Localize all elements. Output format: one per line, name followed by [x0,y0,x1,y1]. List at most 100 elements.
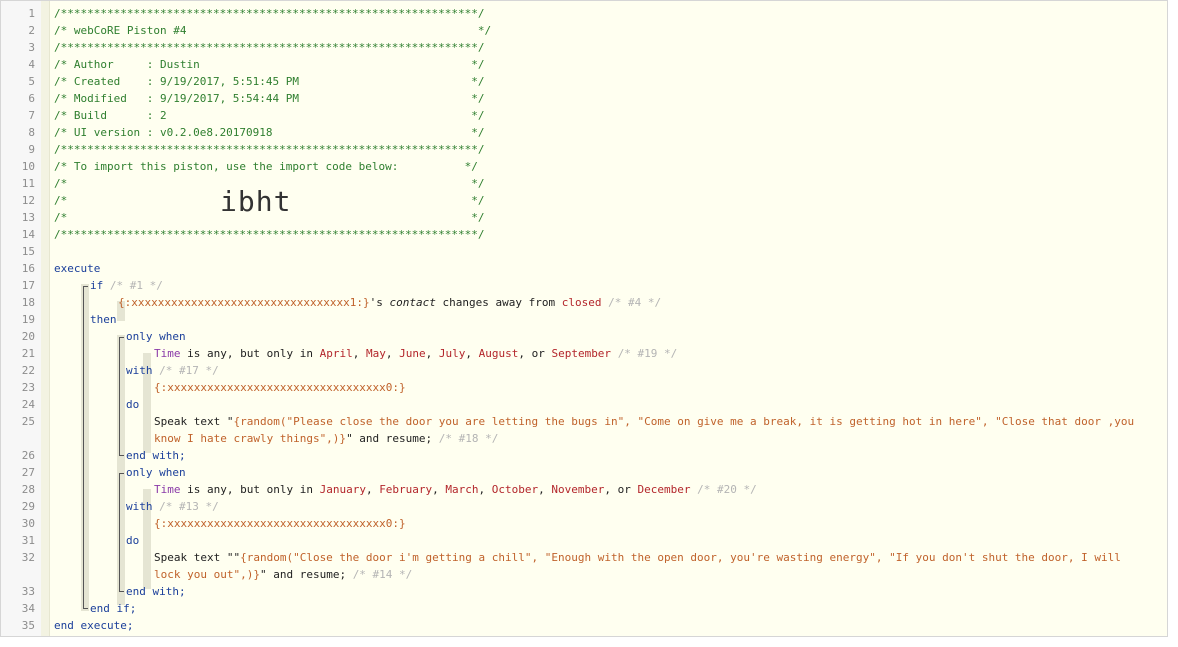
line-number: 20 [21,330,35,343]
month-value: November [551,483,605,496]
line-number: 29 [21,500,35,513]
line-number: 12 [21,194,35,207]
month-value: January [319,483,366,496]
task-name: Speak text " [154,415,234,428]
task-comment: /* #14 */ [352,568,413,581]
if-keyword: if [90,279,104,292]
header-comment-line: /* To import this piston, use the import… [54,160,478,173]
month-value: December [637,483,691,496]
speak-task[interactable]: Speak text "{random("Please close the do… [154,413,1144,447]
task-name: Speak text "" [154,551,241,564]
time-keyword: Time [154,483,181,496]
header-comment-line: /***************************************… [54,7,485,20]
device-variable[interactable]: {:xxxxxxxxxxxxxxxxxxxxxxxxxxxxxxxxx0:} [154,379,1147,396]
only-when-keyword[interactable]: only when [126,464,1147,481]
month-value: September [551,347,612,360]
execute-keyword[interactable]: execute [54,260,1147,277]
restriction-text: , or [604,483,638,496]
condition-line[interactable]: {:xxxxxxxxxxxxxxxxxxxxxxxxxxxxxxxxx1:}'s… [118,294,1147,311]
line-number: 30 [21,517,35,530]
month-value: February [379,483,433,496]
end-execute-keyword[interactable]: end execute; [54,617,1147,634]
header-comment-line: /***************************************… [54,143,485,156]
line-number: 5 [28,75,35,88]
line-number: 22 [21,364,35,377]
restriction-comment: /* #20 */ [697,483,757,496]
statement-comment: /* #1 */ [109,279,163,292]
line-number: 9 [28,143,35,156]
line-number: 24 [21,398,35,411]
line-number: 23 [21,381,35,394]
month-value: May [365,347,386,360]
piston-code-viewer: 1 /**************************************… [0,0,1168,637]
import-code: ibht [220,185,292,218]
if-block-bracket-end [83,286,88,609]
line-number [1,430,35,447]
end-with-keyword[interactable]: end with; [126,447,1147,464]
line-number: 4 [28,58,35,71]
only-when-keyword[interactable]: only when [126,328,1147,345]
line-number: 26 [21,449,35,462]
line-number: 3 [28,41,35,54]
line-number: 10 [21,160,35,173]
end-with-keyword[interactable]: end with; [126,583,1147,600]
header-comment-line: /* webCoRE Piston #4 */ [54,24,492,37]
comparison-text: changes away from [435,296,562,309]
line-number: 35 [21,619,35,632]
line-number: 27 [21,466,35,479]
do-keyword[interactable]: do [126,532,1147,549]
line-number: 2 [28,24,35,37]
restriction-text: is any, but only in [180,347,320,360]
line-number: 7 [28,109,35,122]
line-number: 6 [28,92,35,105]
restriction-line[interactable]: Time is any, but only in April, May, Jun… [154,345,1147,362]
comparison-value: closed [561,296,602,309]
with-statement[interactable]: with /* #13 */ [126,498,1147,515]
with-comment: /* #13 */ [159,500,219,513]
speak-task[interactable]: Speak text ""{random("Close the door i'm… [154,549,1134,583]
line-number: 17 [21,279,35,292]
header-comment-line: /* Modified : 9/19/2017, 5:54:44 PM */ [54,92,485,105]
attribute-name: contact [389,296,436,309]
header-comment-line: /* Author : Dustin */ [54,58,485,71]
header-comment-line: /* */ [54,194,485,207]
then-keyword[interactable]: then [90,311,1147,328]
line-number: 14 [21,228,35,241]
line-number [1,566,35,583]
line-number: 21 [21,347,35,360]
condition-comment: /* #4 */ [608,296,662,309]
line-number: 13 [21,211,35,224]
line-number: 19 [21,313,35,326]
end-if-keyword[interactable]: end if; [90,600,1147,617]
header-comment-line: /* UI version : v0.2.0e8.20170918 */ [54,126,485,139]
line-number: 18 [21,296,35,309]
line-number: 8 [28,126,35,139]
time-keyword: Time [154,347,181,360]
restriction-comment: /* #19 */ [617,347,678,360]
line-number: 16 [21,262,35,275]
line-number: 33 [21,585,35,598]
indent-guide-bar [41,1,50,636]
line-number: 31 [21,534,35,547]
month-value: October [491,483,539,496]
header-comment-line: /* */ [54,211,485,224]
month-value: June [399,347,426,360]
header-comment-line: /***************************************… [54,228,485,241]
task-text: " and resume; [346,432,439,445]
month-value: April [319,347,353,360]
if-statement[interactable]: if /* #1 */ [90,277,1147,294]
header-comment-line: /* Build : 2 */ [54,109,485,122]
possessive-text: 's [369,296,390,309]
line-number: 25 [21,415,35,428]
do-keyword[interactable]: do [126,396,1147,413]
header-comment-line: /***************************************… [54,41,485,54]
restriction-line[interactable]: Time is any, but only in January, Februa… [154,481,1147,498]
device-variable[interactable]: {:xxxxxxxxxxxxxxxxxxxxxxxxxxxxxxxxx0:} [154,515,1147,532]
with-keyword: with [126,500,153,513]
month-value: July [438,347,466,360]
line-number: 15 [21,245,35,258]
month-value: August [478,347,519,360]
header-comment-line: /* Created : 9/19/2017, 5:51:45 PM */ [54,75,485,88]
with-comment: /* #17 */ [159,364,219,377]
with-statement[interactable]: with /* #17 */ [126,362,1147,379]
